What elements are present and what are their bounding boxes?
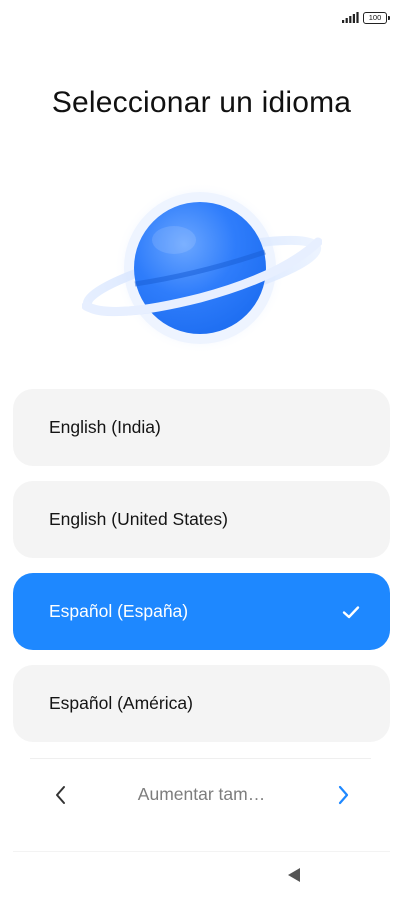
language-option-english-us[interactable]: English (United States) <box>13 481 390 558</box>
previous-button[interactable] <box>46 780 74 810</box>
system-back-button[interactable] <box>284 866 304 884</box>
language-option-label: Español (América) <box>49 693 193 713</box>
language-option-label: English (United States) <box>49 509 228 529</box>
check-icon <box>342 605 360 618</box>
language-option-label: English (India) <box>49 417 161 437</box>
increase-text-size-link[interactable]: Aumentar tam… <box>100 784 303 805</box>
language-option-espanol-espana[interactable]: Español (España) <box>13 573 390 650</box>
battery-icon: 100 <box>363 12 390 24</box>
next-button[interactable] <box>330 780 358 810</box>
language-list: English (India) English (United States) … <box>13 389 390 757</box>
page-title: Seleccionar un idioma <box>51 86 352 119</box>
language-option-english-india[interactable]: English (India) <box>13 389 390 466</box>
chevron-left-icon <box>56 786 65 804</box>
language-option-label: Español (España) <box>49 601 189 621</box>
divider <box>13 851 390 852</box>
chevron-right-icon <box>338 785 349 805</box>
planet-icon <box>82 182 322 354</box>
signal-icon <box>342 12 359 23</box>
divider <box>30 758 371 759</box>
status-bar: 100 <box>0 0 403 36</box>
back-triangle-icon <box>288 868 300 882</box>
language-option-espanol-america[interactable]: Español (América) <box>13 665 390 742</box>
